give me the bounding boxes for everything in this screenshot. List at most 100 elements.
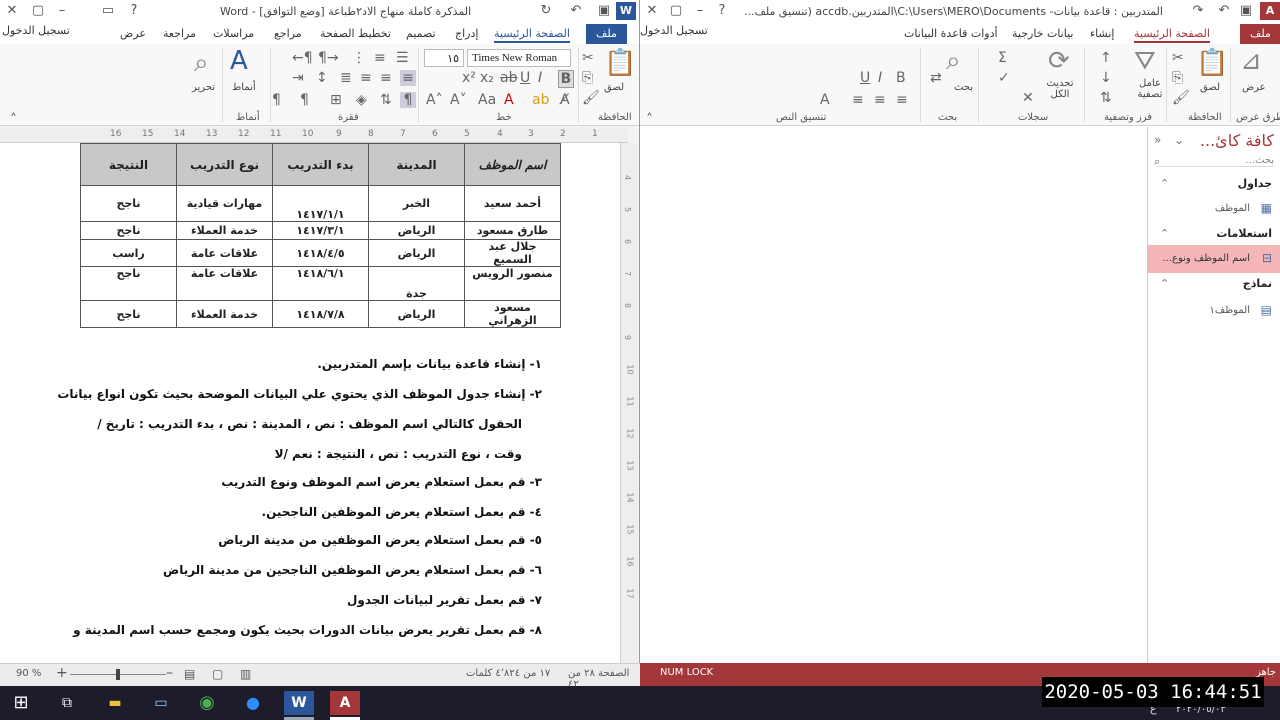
superscript-icon[interactable]: x²: [462, 70, 476, 86]
font-name-select[interactable]: Times New Roman: [467, 49, 571, 67]
tab-mailings[interactable]: مراسلات: [213, 27, 254, 40]
nav-section-queries[interactable]: استعلامات: [1216, 227, 1272, 240]
tab-file[interactable]: ملف: [1240, 24, 1280, 44]
borders-icon[interactable]: ⊞: [330, 92, 342, 108]
align-left-icon[interactable]: ≡: [360, 70, 372, 86]
show-marks-icon[interactable]: ¶: [300, 92, 309, 108]
cut-icon[interactable]: ✂: [1172, 50, 1184, 66]
paste-icon[interactable]: 📋: [1196, 48, 1228, 78]
maximize-icon[interactable]: ▢: [28, 2, 48, 20]
delete-icon[interactable]: ✕: [1022, 90, 1034, 106]
subscript-icon[interactable]: x₂: [480, 70, 494, 86]
word-count[interactable]: ١٧ من ٤٬٨٢٤ كلمات: [466, 668, 550, 679]
ltr-icon[interactable]: ¶→: [318, 50, 339, 66]
underline-icon[interactable]: U: [860, 70, 870, 86]
remote-desktop-icon[interactable]: ▭: [146, 691, 176, 715]
nav-item[interactable]: ▦ الموظف: [1152, 201, 1272, 219]
tab-external-data[interactable]: بيانات خارجية: [1012, 27, 1073, 40]
save-icon[interactable]: ▣: [594, 2, 614, 20]
clear-format-icon[interactable]: A̸: [560, 92, 570, 108]
bold-icon[interactable]: B: [558, 70, 574, 88]
tab-database-tools[interactable]: أدوات قاعدة البيانات: [904, 27, 998, 40]
font-color-icon[interactable]: A: [504, 92, 514, 108]
nav-item-selected[interactable]: ⊟ اسم الموظف ونوع...: [1148, 245, 1280, 273]
shutter-bar-icon[interactable]: «: [1154, 133, 1161, 147]
bullets-icon[interactable]: ☰: [396, 50, 409, 66]
multilevel-list-icon[interactable]: ⋮: [352, 50, 366, 66]
nav-item[interactable]: ▤ الموظف١: [1152, 303, 1272, 321]
paragraph-marks-icon[interactable]: ¶: [272, 92, 281, 108]
tab-home[interactable]: الصفحة الرئيسية: [494, 27, 570, 43]
redo-icon[interactable]: ↻: [536, 2, 556, 20]
zoom-level[interactable]: 90 %: [16, 668, 41, 679]
align-center-icon[interactable]: ≡: [874, 92, 886, 108]
numbering-icon[interactable]: ≡: [374, 50, 386, 66]
collapse-ribbon-icon[interactable]: ˄: [10, 112, 17, 128]
nav-section-forms[interactable]: نماذج: [1243, 277, 1272, 290]
collapse-icon[interactable]: ⌃: [1160, 227, 1169, 240]
grow-font-icon[interactable]: A˄: [426, 92, 443, 108]
sign-in-link[interactable]: تسجيل الدخول: [2, 24, 70, 37]
align-right-icon[interactable]: ≡: [400, 70, 416, 86]
sort-ascending-icon[interactable]: ↑: [1100, 50, 1112, 66]
nav-menu-chevron-icon[interactable]: ⌄: [1174, 133, 1184, 147]
underline-icon[interactable]: U: [520, 70, 530, 86]
find-binoculars-icon[interactable]: ⌕: [946, 46, 961, 77]
redo-icon[interactable]: ↷: [1188, 2, 1208, 20]
highlight-icon[interactable]: ab: [532, 92, 549, 108]
shading-icon[interactable]: ◈: [356, 92, 367, 108]
close-icon[interactable]: ✕: [2, 2, 22, 20]
search-icon[interactable]: ⌕: [1154, 155, 1160, 169]
web-layout-icon[interactable]: ▤: [184, 667, 195, 681]
rtl-icon[interactable]: ←¶: [292, 50, 313, 66]
undo-icon[interactable]: ↶: [1214, 2, 1234, 20]
windows-start-icon[interactable]: ⊞: [6, 691, 36, 715]
collapse-ribbon-icon[interactable]: ˄: [646, 112, 653, 128]
paste-icon[interactable]: 📋: [604, 48, 636, 78]
collapse-icon[interactable]: ⌃: [1160, 277, 1169, 290]
minimize-icon[interactable]: –: [690, 2, 710, 20]
maximize-icon[interactable]: ▢: [666, 2, 686, 20]
minimize-icon[interactable]: –: [52, 2, 72, 20]
replace-icon[interactable]: ⇄: [930, 70, 942, 86]
strikethrough-icon[interactable]: ab: [500, 70, 517, 86]
find-binoculars-icon[interactable]: ⌕: [194, 48, 209, 79]
sort-icon[interactable]: ⇅: [380, 92, 392, 108]
access-taskbar-icon[interactable]: A: [330, 691, 360, 715]
shrink-font-icon[interactable]: A˅: [450, 92, 467, 108]
collapse-icon[interactable]: ⌃: [1160, 177, 1169, 190]
line-spacing-icon[interactable]: ↕: [316, 70, 328, 86]
tab-layout[interactable]: تخطيط الصفحة: [320, 27, 391, 40]
sort-descending-icon[interactable]: ↓: [1100, 70, 1112, 86]
align-center-icon[interactable]: ≡: [380, 70, 392, 86]
format-painter-icon[interactable]: 🖌: [582, 90, 600, 106]
zoom-in-icon[interactable]: +: [56, 665, 68, 681]
tab-review[interactable]: مراجعة: [163, 27, 196, 40]
tab-home[interactable]: الصفحة الرئيسية: [1134, 27, 1210, 43]
tab-references[interactable]: مراجع: [274, 27, 302, 40]
align-right-icon[interactable]: ≡: [896, 92, 908, 108]
tab-design[interactable]: تصميم: [406, 27, 436, 40]
zoom-slider-thumb[interactable]: [116, 669, 120, 680]
document-page[interactable]: اسم الموظف المدينة بدء التدريب نوع التدر…: [0, 143, 620, 663]
rtl-paragraph-icon[interactable]: ¶: [400, 92, 416, 108]
copy-icon[interactable]: ⎘: [1172, 70, 1183, 86]
sum-icon[interactable]: Σ: [998, 50, 1007, 66]
ribbon-options-icon[interactable]: ▭: [98, 2, 118, 20]
font-size-select[interactable]: ١٥: [424, 49, 464, 67]
format-painter-icon[interactable]: 🖌: [1172, 90, 1190, 106]
help-icon[interactable]: ?: [712, 2, 732, 20]
sign-in-link[interactable]: تسجيل الدخول: [640, 24, 708, 37]
word-taskbar-icon[interactable]: W: [284, 691, 314, 715]
tab-insert[interactable]: إدراج: [455, 27, 478, 40]
tab-file[interactable]: ملف: [586, 24, 627, 44]
nav-title[interactable]: كافة كائ...: [1200, 131, 1274, 150]
undo-icon[interactable]: ↶: [566, 2, 586, 20]
spelling-icon[interactable]: ✓: [998, 70, 1010, 86]
file-explorer-icon[interactable]: ▬: [100, 691, 130, 715]
indent-icon[interactable]: ⇥: [292, 70, 304, 86]
italic-icon[interactable]: I: [538, 70, 542, 86]
align-left-icon[interactable]: ≡: [852, 92, 864, 108]
help-icon[interactable]: ?: [124, 2, 144, 20]
bold-icon[interactable]: B: [896, 70, 906, 86]
